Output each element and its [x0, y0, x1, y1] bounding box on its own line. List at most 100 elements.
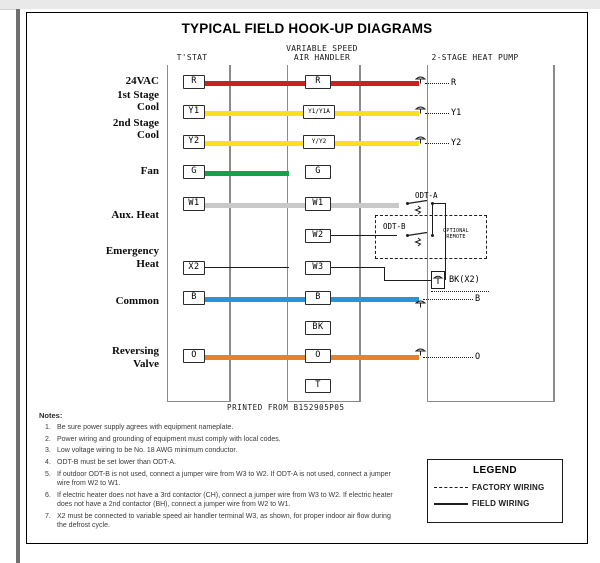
- legend-row-field: FIELD WIRING: [428, 499, 562, 508]
- diagram-sheet: TYPICAL FIELD HOOK-UP DIAGRAMS T'STAT VA…: [26, 12, 588, 544]
- diagram-page: TYPICAL FIELD HOOK-UP DIAGRAMS T'STAT VA…: [20, 9, 600, 563]
- row-label-2nd-stage-cool: Cool: [137, 129, 159, 141]
- air-handler-terminal-w3[interactable]: W3: [305, 261, 331, 275]
- odt-a-contact-right: [431, 202, 434, 205]
- wire-g: [197, 171, 289, 176]
- column-caption-tstat: T'STAT: [176, 53, 208, 62]
- tstat-terminal-x2[interactable]: X2: [183, 261, 205, 275]
- air-handler-terminal-g[interactable]: G: [305, 165, 331, 179]
- factory-wiring-line-icon: [434, 487, 468, 488]
- note-text: If electric heater does not have a 3rd c…: [57, 491, 393, 508]
- heat-pump-screw-o-icon: [415, 348, 426, 356]
- note-item: 3. Low voltage wiring to be No. 18 AWG mi…: [39, 446, 399, 455]
- row-label-aux-heat: Aux. Heat: [111, 209, 159, 221]
- odt-a-label: ODT-A: [415, 191, 438, 200]
- heat-pump-screw-y1-icon: [415, 106, 426, 114]
- tstat-terminal-r[interactable]: R: [183, 75, 205, 89]
- note-text: ODT-B must be set lower than ODT-A.: [57, 459, 177, 467]
- row-label-2nd-stage: 2nd Stage: [112, 117, 159, 129]
- heat-pump-screw-bk-x2-icon: [431, 271, 445, 289]
- heat-pump-screw-r-icon: [415, 76, 426, 84]
- note-text: Low voltage wiring to be No. 18 AWG mini…: [57, 447, 238, 455]
- note-number: 5.: [45, 470, 51, 478]
- tstat-left-rail: [167, 65, 169, 401]
- air-handler-terminal-y1-y1a[interactable]: Y1/Y1A: [303, 105, 335, 119]
- row-label-24vac: 24VAC: [125, 75, 159, 87]
- air-handler-terminal-w2[interactable]: W2: [305, 229, 331, 243]
- wire-w3-drop: [384, 267, 386, 281]
- note-number: 2.: [45, 435, 51, 443]
- heat-pump-terminal-o: O: [475, 352, 481, 362]
- wire-w3-to-bk: [384, 280, 432, 282]
- legend-box: LEGEND FACTORY WIRING FIELD WIRING: [427, 459, 563, 523]
- legend-field-label: FIELD WIRING: [472, 499, 530, 508]
- note-text: Be sure power supply agrees with equipme…: [57, 424, 234, 431]
- heat-pump-terminal-r: R: [451, 78, 457, 88]
- wire-w2-to-odtb: [327, 235, 397, 237]
- odt-a-contact-left: [406, 202, 409, 205]
- odt-b-label: ODT-B: [383, 222, 406, 231]
- heat-pump-right-rail: [553, 65, 555, 401]
- note-item: 5. If outdoor ODT-B is not used, connect …: [39, 470, 399, 488]
- heat-pump-lead-y2: [425, 143, 449, 144]
- optional-remote-label-line2: REMOTE: [446, 234, 466, 240]
- column-caption-air-handler-line2: AIR HANDLER: [293, 53, 351, 62]
- air-handler-terminal-w1[interactable]: W1: [305, 197, 331, 211]
- row-label-common: Common: [115, 295, 159, 307]
- column-caption-heat-pump: 2-STAGE HEAT PUMP: [431, 53, 519, 62]
- notes-section: Notes: 1. Be sure power supply agrees wit…: [39, 411, 399, 533]
- row-label-1st-stage-cool: Cool: [137, 101, 159, 113]
- tstat-terminal-y2[interactable]: Y2: [183, 135, 205, 149]
- note-number: 3.: [45, 447, 51, 455]
- air-handler-terminal-o[interactable]: O: [305, 349, 331, 363]
- tstat-terminal-g[interactable]: G: [183, 165, 205, 179]
- row-label-emergency: Emergency: [105, 245, 159, 257]
- row-label-1st-stage: 1st Stage: [117, 89, 159, 101]
- heat-pump-lead-o: [423, 357, 473, 358]
- row-label-reversing-valve: Valve: [133, 358, 159, 370]
- note-item: 4. ODT-B must be set lower than ODT-A.: [39, 458, 399, 467]
- tstat-terminal-b[interactable]: B: [183, 291, 205, 305]
- legend-title: LEGEND: [472, 465, 518, 476]
- wire-w1: [197, 203, 289, 208]
- row-label-emergency-heat: Heat: [136, 258, 159, 270]
- column-caption-air-handler-line1: VARIABLE SPEED: [286, 44, 358, 53]
- note-text: Power wiring and grounding of equipment …: [57, 435, 281, 443]
- odt-b-contact-left: [406, 234, 409, 237]
- tstat-terminal-y1[interactable]: Y1: [183, 105, 205, 119]
- note-text: X2 must be connected to variable speed a…: [57, 512, 391, 529]
- heat-pump-lead-y1: [425, 113, 449, 114]
- heat-pump-lead-r: [425, 83, 449, 84]
- note-item: 1. Be sure power supply agrees with equip…: [39, 423, 399, 432]
- note-number: 6.: [45, 491, 51, 499]
- note-item: 7. X2 must be connected to variable speed…: [39, 512, 399, 530]
- air-handler-terminal-y-y2[interactable]: Y/Y2: [303, 135, 335, 149]
- heat-pump-lead-bk-x2: [431, 291, 489, 292]
- air-handler-terminal-bk[interactable]: BK: [305, 321, 331, 335]
- air-handler-terminal-t[interactable]: T: [305, 379, 331, 393]
- odt-feed-vertical: [445, 203, 447, 280]
- note-number: 7.: [45, 512, 51, 520]
- field-wiring-line-icon: [434, 502, 468, 505]
- note-item: 2. Power wiring and grounding of equipmen…: [39, 435, 399, 444]
- heat-pump-terminal-y2: Y2: [451, 138, 462, 148]
- wire-x2-to-w3-left: [197, 267, 289, 269]
- air-handler-terminal-r[interactable]: R: [305, 75, 331, 89]
- tstat-terminal-o[interactable]: O: [183, 349, 205, 363]
- heat-pump-terminal-bk-x2: BK(X2): [449, 275, 480, 285]
- odt-b-contact-right: [431, 234, 434, 237]
- heat-pump-terminal-y1: Y1: [451, 108, 462, 118]
- page-title: TYPICAL FIELD HOOK-UP DIAGRAMS: [181, 21, 433, 36]
- air-handler-terminal-b[interactable]: B: [305, 291, 331, 305]
- row-label-reversing: Reversing: [111, 345, 159, 357]
- note-text: If outdoor ODT-B is not used, connect a …: [57, 470, 391, 488]
- wire-w3-right: [327, 267, 385, 269]
- note-number: 4.: [45, 459, 51, 467]
- note-item: 6. If electric heater does not have a 3rd…: [39, 491, 399, 509]
- note-number: 1.: [45, 424, 51, 431]
- heat-pump-terminal-b: B: [475, 294, 481, 304]
- heat-pump-screw-y2-icon: [415, 136, 426, 144]
- tstat-terminal-w1[interactable]: W1: [183, 197, 205, 211]
- legend-factory-label: FACTORY WIRING: [472, 483, 545, 492]
- heat-pump-screw-b-icon: [415, 300, 426, 308]
